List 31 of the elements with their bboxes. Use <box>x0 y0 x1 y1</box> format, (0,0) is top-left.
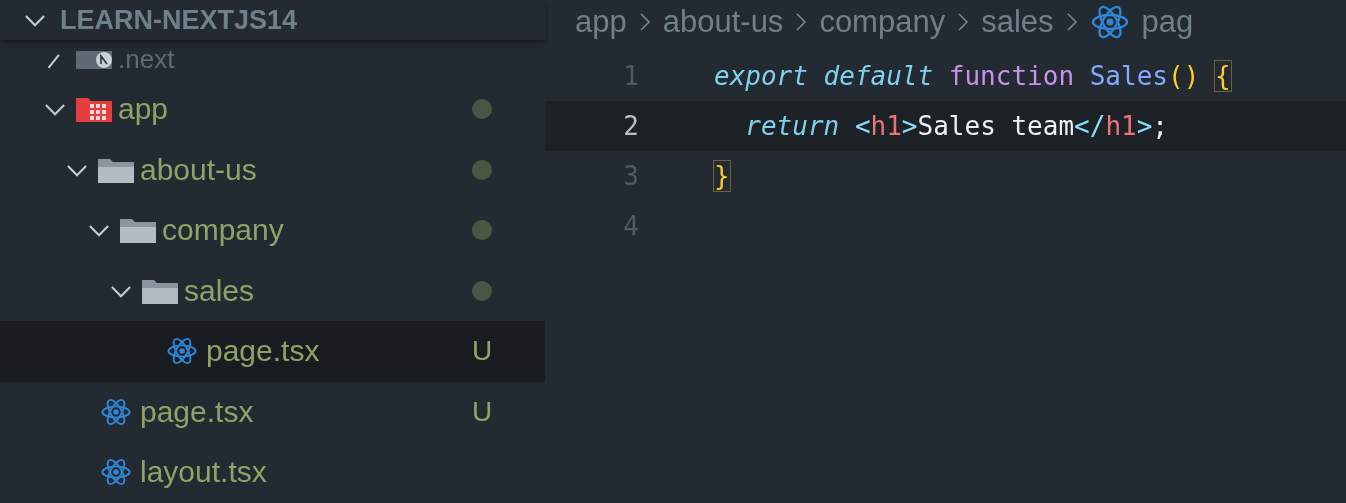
code-line: export default function Sales() { <box>714 61 1231 91</box>
status-dot <box>472 280 492 301</box>
code-line: } <box>714 161 730 191</box>
file-name: page.tsx <box>206 334 321 369</box>
file-name: about-us <box>140 152 258 187</box>
file-tree-item[interactable]: company <box>0 200 545 261</box>
line-number: 2 <box>622 111 640 141</box>
code-line: return <h1>Sales team</h1>; <box>744 111 1168 141</box>
file-tree-item[interactable]: about-us <box>0 139 545 200</box>
status-dot <box>472 220 492 241</box>
status-dot <box>472 99 492 120</box>
git-status: U <box>471 395 493 428</box>
file-tree-item[interactable]: sales <box>0 260 545 321</box>
file-name: company <box>162 213 285 248</box>
git-status: U <box>471 335 493 368</box>
breadcrumb-item[interactable]: app <box>575 4 627 40</box>
breadcrumb-item[interactable]: pag <box>1141 4 1194 40</box>
breadcrumb-item[interactable]: company <box>819 4 946 40</box>
file-tree-item[interactable]: layout.tsx <box>0 442 545 503</box>
file-name: app <box>118 92 170 127</box>
file-tree-item[interactable]: page.tsx U <box>0 381 545 442</box>
file-tree-item[interactable]: page.tsx U <box>0 321 545 382</box>
file-name: sales <box>184 273 256 308</box>
file-name: layout.tsx <box>140 455 268 490</box>
project-title: LEARN-NEXTJS14 <box>60 4 298 36</box>
file-tree-item[interactable]: app <box>0 79 545 140</box>
status-dot <box>472 159 492 180</box>
breadcrumb-item[interactable]: sales <box>981 4 1054 40</box>
file-name: .next <box>118 44 176 75</box>
file-name: page.tsx <box>140 394 255 429</box>
breadcrumb-item[interactable]: about-us <box>662 4 784 40</box>
